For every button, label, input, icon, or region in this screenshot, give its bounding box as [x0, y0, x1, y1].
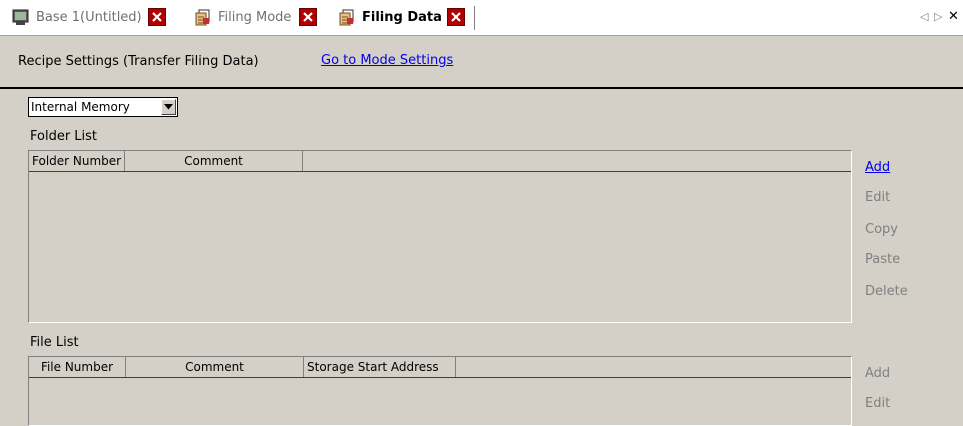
tab-label: Filing Mode: [218, 9, 292, 25]
file-edit-link[interactable]: Edit: [865, 396, 890, 411]
tab-divider: [474, 6, 475, 30]
file-add-link[interactable]: Add: [865, 366, 890, 381]
close-icon[interactable]: [446, 8, 465, 26]
tab-label: Filing Data: [362, 9, 442, 25]
file-list-label: File List: [30, 335, 79, 350]
column-header-storage-start-address[interactable]: Storage Start Address: [304, 357, 456, 377]
tab-label: Base 1(Untitled): [36, 9, 142, 25]
page-title: Recipe Settings (Transfer Filing Data): [18, 54, 259, 69]
column-header-comment[interactable]: Comment: [126, 357, 304, 377]
tab-scroll-right-icon[interactable]: ▷: [934, 10, 942, 23]
close-icon[interactable]: [147, 8, 166, 26]
column-header-comment[interactable]: Comment: [125, 151, 303, 171]
filing-icon: [195, 9, 210, 25]
folder-list-label: Folder List: [30, 129, 98, 144]
filing-icon: [339, 9, 354, 25]
tab-scroll-left-icon[interactable]: ◁: [920, 10, 928, 23]
chevron-down-icon[interactable]: [161, 99, 176, 115]
column-header-folder-number[interactable]: Folder Number: [29, 151, 125, 171]
file-list-header: File Number Comment Storage Start Addres…: [29, 357, 851, 378]
file-list[interactable]: File Number Comment Storage Start Addres…: [28, 356, 852, 426]
folder-list-header: Folder Number Comment: [29, 151, 851, 172]
folder-add-link[interactable]: Add: [865, 160, 890, 175]
column-header-filler: [456, 357, 851, 377]
folder-paste-link[interactable]: Paste: [865, 252, 900, 267]
folder-delete-link[interactable]: Delete: [865, 284, 908, 299]
tab-filing-data[interactable]: Filing Data: [338, 6, 465, 28]
folder-list[interactable]: Folder Number Comment: [28, 150, 852, 323]
column-header-filler: [303, 151, 851, 171]
go-to-mode-settings-link[interactable]: Go to Mode Settings: [321, 53, 453, 68]
memory-select[interactable]: Internal Memory: [28, 97, 178, 117]
close-icon[interactable]: [299, 8, 318, 26]
tab-bar: Base 1(Untitled) Filing Mode Filing Data…: [0, 0, 963, 36]
close-all-icon[interactable]: ✕: [948, 9, 959, 24]
folder-copy-link[interactable]: Copy: [865, 222, 898, 237]
tab-base-1[interactable]: Base 1(Untitled): [12, 6, 166, 28]
folder-edit-link[interactable]: Edit: [865, 190, 890, 205]
memory-select-value: Internal Memory: [31, 100, 130, 114]
column-header-file-number[interactable]: File Number: [29, 357, 126, 377]
tab-filing-mode[interactable]: Filing Mode: [194, 6, 318, 28]
monitor-icon: [12, 9, 29, 25]
settings-header: Recipe Settings (Transfer Filing Data) G…: [0, 36, 963, 89]
